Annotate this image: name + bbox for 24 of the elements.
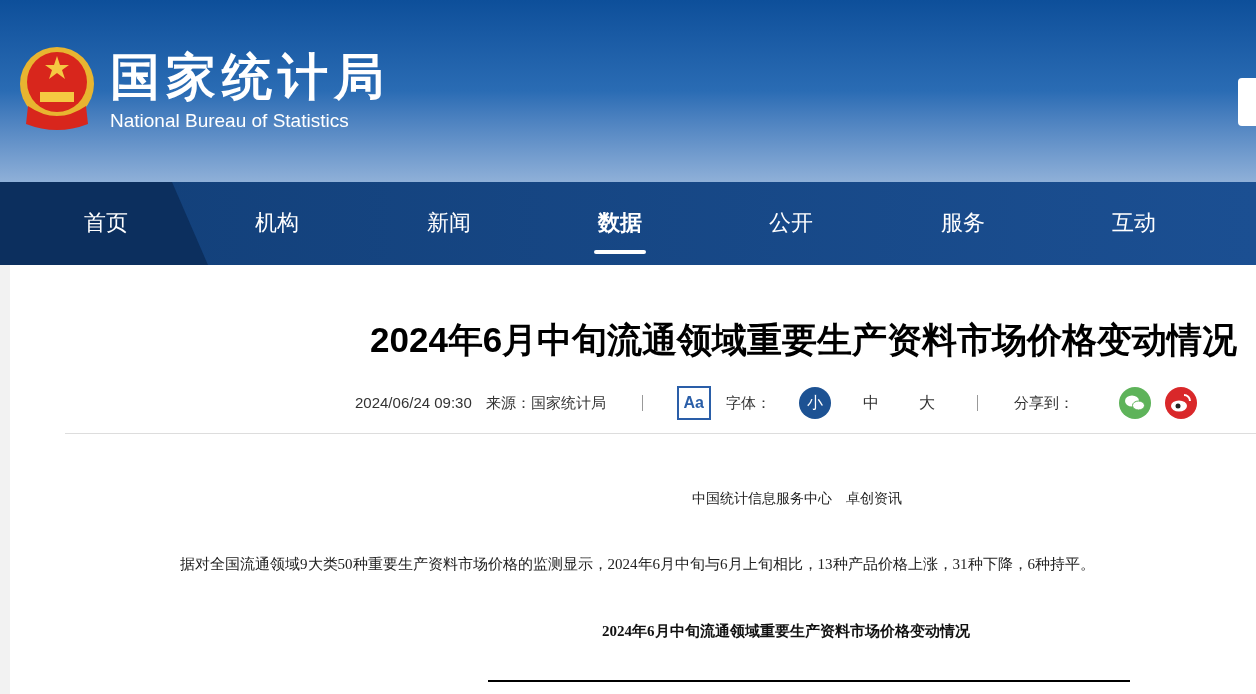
table-title: 2024年6月中旬流通领域重要生产资料市场价格变动情况 xyxy=(602,621,971,641)
nav-tab[interactable]: 新闻 xyxy=(362,194,535,265)
wechat-icon[interactable] xyxy=(1118,387,1151,419)
nav-tab[interactable]: 互动 xyxy=(1048,194,1220,265)
share-label: 分享到： xyxy=(1013,392,1074,413)
nav-tab[interactable]: 机构 xyxy=(191,194,363,265)
nav-tab[interactable]: 服务 xyxy=(877,194,1049,265)
publish-date: 2024/06/24 09:30 xyxy=(355,392,472,413)
nav-tab[interactable]: 公开 xyxy=(705,194,878,265)
national-emblem-icon xyxy=(18,46,96,130)
font-size-option[interactable]: 中 xyxy=(854,387,887,419)
article-title: 2024年6月中旬流通领域重要生产资料市场价格变动情况 xyxy=(370,319,1239,361)
site-title: 国家统计局 xyxy=(110,48,390,107)
font-size-label: 字体： xyxy=(725,392,771,413)
font-size-option[interactable]: 大 xyxy=(910,387,943,419)
font-size-icon[interactable]: Aa xyxy=(676,386,711,420)
article-paragraph: 据对全国流通领域9大类50种重要生产资料市场价格的监测显示，2024年6月中旬与6月上旬相比，13种产品价格上涨，31种下降，6种持平。 xyxy=(180,555,1096,574)
weibo-icon[interactable] xyxy=(1164,387,1197,419)
article-byline: 中国统计信息服务中心 卓创资讯 xyxy=(692,490,903,508)
site-subtitle: National Bureau of Statistics xyxy=(110,109,350,133)
search-field[interactable] xyxy=(1238,78,1256,126)
article-source: 来源：国家统计局 xyxy=(485,392,606,413)
nav-tab[interactable]: 数据 xyxy=(534,194,706,265)
font-size-option[interactable]: 小 xyxy=(798,387,831,419)
